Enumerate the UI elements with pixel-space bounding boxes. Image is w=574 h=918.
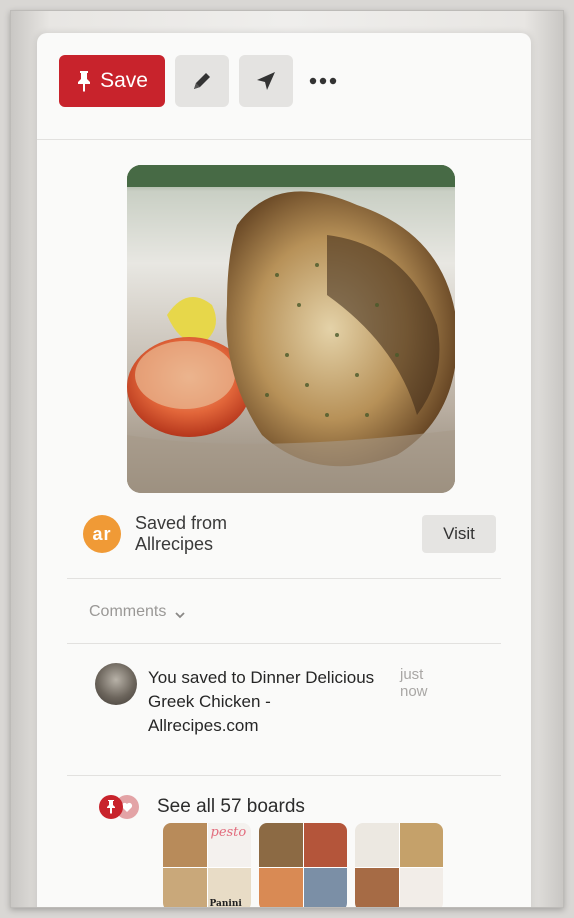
visit-button[interactable]: Visit bbox=[422, 515, 496, 553]
pushpin-icon bbox=[78, 71, 91, 92]
board-thumbnail[interactable]: pesto Panini bbox=[163, 823, 251, 907]
board-thumbnail[interactable] bbox=[355, 823, 443, 907]
pin-closeup-card: Save ar Saved from Allrecipes Visit Comm… bbox=[37, 33, 531, 907]
edit-button[interactable] bbox=[175, 55, 229, 107]
pin-icon bbox=[99, 795, 123, 819]
source-text: Saved from Allrecipes bbox=[135, 513, 227, 555]
source-line-1: Saved from bbox=[135, 513, 228, 533]
save-label: Save bbox=[100, 69, 148, 92]
allrecipes-logo: ar bbox=[83, 515, 121, 553]
activity-text: You saved to Dinner Delicious Greek Chic… bbox=[148, 666, 378, 738]
source-logo-text: ar bbox=[92, 523, 112, 544]
send-icon bbox=[257, 72, 275, 90]
comments-divider bbox=[67, 643, 501, 644]
thumb-text-panini: Panini bbox=[207, 867, 251, 907]
comments-toggle[interactable]: Comments bbox=[89, 603, 186, 621]
more-icon bbox=[309, 77, 337, 85]
source-line-2: Allrecipes bbox=[135, 534, 214, 554]
toolbar-divider bbox=[37, 139, 531, 140]
more-options-button[interactable] bbox=[303, 55, 343, 107]
see-all-boards-link[interactable]: See all 57 boards bbox=[157, 796, 305, 818]
send-button[interactable] bbox=[239, 55, 293, 107]
source-attribution[interactable]: ar Saved from Allrecipes bbox=[83, 513, 227, 555]
screen-photo: Save ar Saved from Allrecipes Visit Comm… bbox=[10, 10, 564, 908]
pin-image[interactable] bbox=[127, 165, 455, 493]
pencil-icon bbox=[194, 73, 210, 89]
save-button[interactable]: Save bbox=[59, 55, 165, 107]
boards-row[interactable]: See all 57 boards bbox=[99, 795, 305, 819]
avatar[interactable] bbox=[95, 663, 137, 705]
activity-description[interactable]: You saved to Dinner Delicious Greek Chic… bbox=[148, 666, 378, 738]
activity-divider bbox=[67, 775, 501, 776]
board-status-icons bbox=[99, 795, 147, 819]
activity-timestamp: just now bbox=[400, 666, 428, 700]
recipe-photo bbox=[127, 165, 455, 493]
source-divider bbox=[67, 578, 501, 579]
comments-label: Comments bbox=[89, 603, 167, 620]
board-thumbnail[interactable] bbox=[259, 823, 347, 907]
board-thumbnails: pesto Panini bbox=[163, 823, 443, 907]
thumb-text-pesto: pesto bbox=[207, 823, 251, 867]
chevron-down-icon bbox=[175, 612, 185, 619]
pin-toolbar: Save bbox=[59, 54, 343, 108]
